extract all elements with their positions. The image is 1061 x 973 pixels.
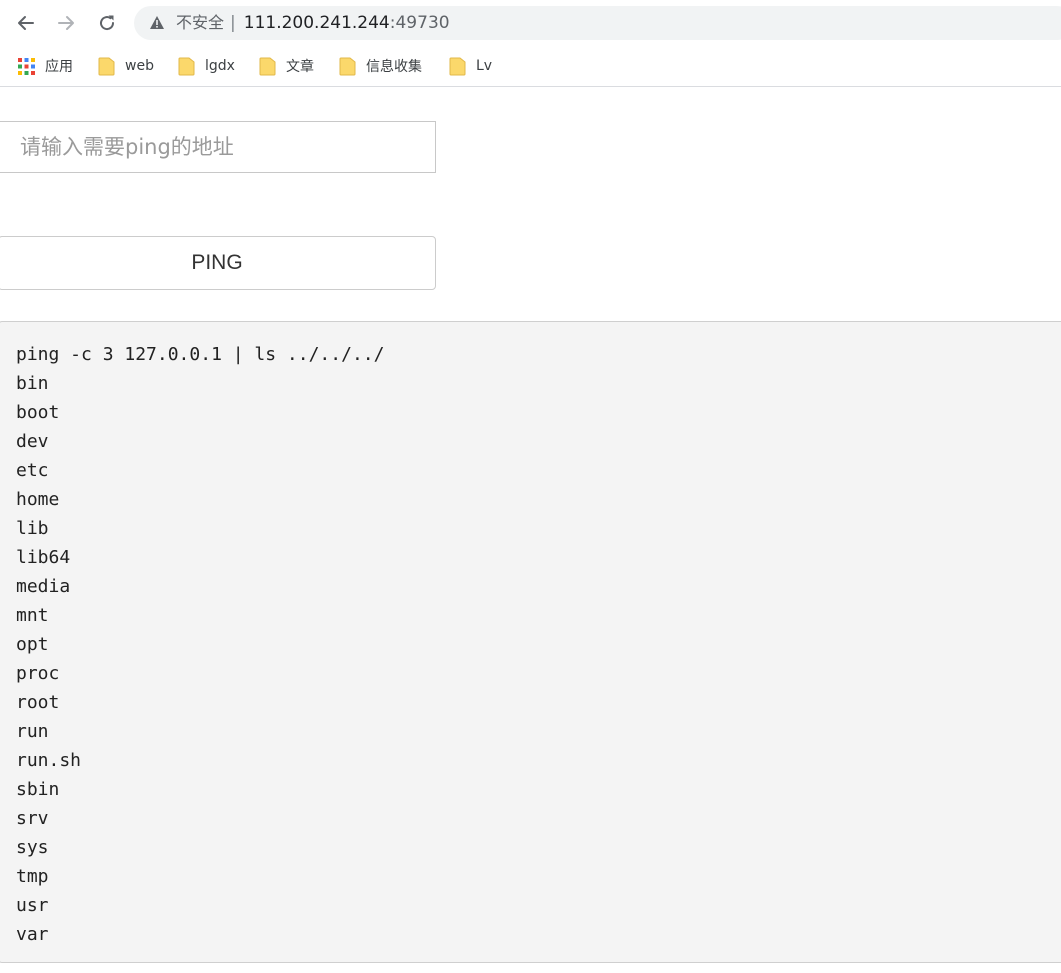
url-host: 111.200.241.244 [243,13,390,33]
output-line: sbin [16,779,60,800]
reload-button[interactable] [92,8,122,38]
output-line: lib64 [16,547,71,568]
bookmark-apps[interactable]: 应用 [18,54,73,78]
url-port: :49730 [389,13,450,33]
folder-icon [449,57,466,76]
page-content: PING PING ping -c 3 127.0.0.1 | ls ../..… [0,87,1061,973]
forward-button[interactable] [51,8,81,38]
bookmark-folder-lv[interactable]: Lv [449,54,492,78]
folder-icon [178,57,195,76]
bookmark-folder-web[interactable]: web [98,54,154,78]
output-line: tmp [16,866,49,887]
output-line: usr [16,895,49,916]
output-line: dev [16,431,49,452]
bookmark-label: web [125,58,154,74]
bookmark-label: Lv [476,58,493,74]
folder-icon [98,57,115,76]
output-line: mnt [16,605,49,626]
output-line: opt [16,634,49,655]
bookmark-label: 应用 [45,59,73,75]
output-line: boot [16,402,60,423]
address-bar[interactable]: 不安全 | 111.200.241.244:49730 [134,6,1061,40]
forward-arrow-icon [58,16,74,30]
bookmark-label: 信息收集 [366,59,422,75]
output-line: root [16,692,60,713]
bookmark-label: lgdx [205,58,235,74]
output-line: bin [16,373,49,394]
not-secure-warning-icon [150,16,164,29]
bookmark-folder-info-gathering[interactable]: 信息收集 [339,54,422,78]
bookmark-folder-articles[interactable]: 文章 [259,54,314,78]
back-arrow-icon [18,16,34,30]
output-line: lib [16,518,49,539]
ping-address-input[interactable] [0,121,436,173]
output-line: media [16,576,71,597]
page-title: PING [0,87,155,101]
output-line: run [16,721,49,742]
output-line: srv [16,808,49,829]
folder-icon [339,57,356,76]
output-line: var [16,924,49,945]
output-line: sys [16,837,49,858]
output-line: home [16,489,60,510]
output-line: proc [16,663,60,684]
apps-grid-icon [18,57,35,75]
ping-button[interactable]: PING [0,236,436,290]
back-button[interactable] [11,8,41,38]
browser-toolbar: 不安全 | 111.200.241.244:49730 [0,0,1061,46]
security-status-label[interactable]: 不安全 [176,13,224,32]
output-command-line: ping -c 3 127.0.0.1 | ls ../../../ [16,344,385,365]
bookmark-folder-lgdx[interactable]: lgdx [178,54,235,78]
reload-icon [100,15,115,31]
output-line: run.sh [16,750,82,771]
command-output-panel: ping -c 3 127.0.0.1 | ls ../../../ bin boo… [0,321,1061,963]
folder-icon [259,57,276,76]
output-line: etc [16,460,49,481]
bookmarks-bar: 应用 web lgdx 文章 信息收集 Lv [0,46,1061,87]
url-separator: | [230,13,236,33]
bookmark-label: 文章 [286,59,314,75]
